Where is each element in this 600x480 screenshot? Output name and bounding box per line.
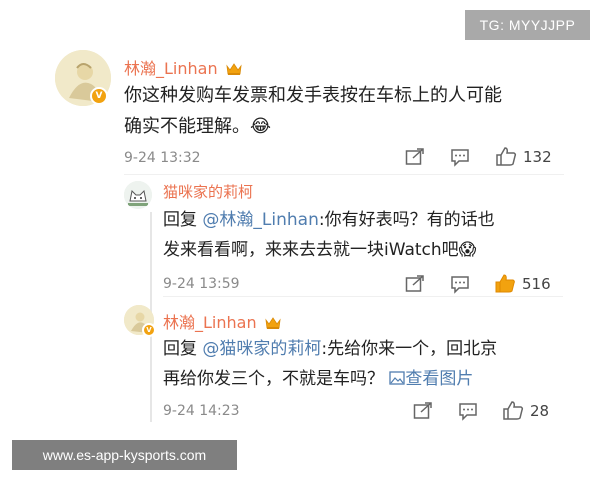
- reply1-share-icon[interactable]: [405, 275, 425, 297]
- reply2-text: 回复 @猫咪家的莉柯:先给你来一个，回北京 再给你发三个，不就是车吗？ 查看图片: [163, 334, 563, 394]
- reply1-avatar[interactable]: [124, 181, 152, 209]
- reply1-mention[interactable]: @林瀚_Linhan: [202, 210, 318, 230]
- reply2-text-line1: :先给你来一个，回北京: [321, 339, 498, 359]
- watermark-tg: TG: MYYJJPP: [465, 10, 590, 40]
- reply2-time: 9-24 14:23: [163, 403, 240, 419]
- comment-icon[interactable]: [450, 148, 470, 171]
- watermark-site: www.es-app-kysports.com: [12, 440, 237, 470]
- reply1-like-icon-liked[interactable]: [494, 273, 516, 298]
- reply1-text-line2: 发来看看啊，来来去去就一块iWatch吧: [163, 240, 459, 260]
- verified-v-icon: V: [90, 87, 108, 105]
- view-image-label: 查看图片: [405, 369, 474, 389]
- reply1-text-line1: :你有好表吗？有的话也: [318, 210, 495, 230]
- reply2-username[interactable]: 林瀚_Linhan: [163, 309, 281, 333]
- reply1-text: 回复 @林瀚_Linhan:你有好表吗？有的话也 发来看看啊，来来去去就一块iW…: [163, 205, 563, 265]
- image-icon: [389, 371, 406, 385]
- verified-v-icon: V: [142, 323, 156, 337]
- reply1-prefix: 回复: [163, 210, 197, 230]
- reply2-mention[interactable]: @猫咪家的莉柯: [202, 339, 321, 359]
- divider: [163, 296, 563, 297]
- reply1-username[interactable]: 猫咪家的莉柯: [163, 181, 253, 202]
- reply2-prefix: 回复: [163, 339, 197, 359]
- comment-username[interactable]: 林瀚_Linhan: [124, 55, 242, 79]
- reply2-like-icon[interactable]: [502, 400, 524, 425]
- cat-avatar-icon: [124, 181, 152, 209]
- crown-icon: [226, 63, 242, 75]
- share-icon[interactable]: [405, 148, 425, 170]
- reply2-like-count: 28: [530, 402, 550, 420]
- scream-emoji-icon: 😱: [458, 240, 477, 260]
- like-count: 132: [523, 148, 552, 166]
- reply2-text-line2: 再给你发三个，不就是车吗？: [163, 369, 384, 389]
- comment-text: 你这种发购车发票和发手表按在车标上的人可能 确实不能理解。😂: [124, 80, 564, 142]
- laugh-emoji-icon: 😂: [250, 116, 272, 137]
- view-image-link[interactable]: 查看图片: [389, 369, 473, 389]
- reply1-time: 9-24 13:59: [163, 276, 240, 292]
- reply2-comment-icon[interactable]: [458, 402, 478, 425]
- like-icon[interactable]: [495, 146, 517, 171]
- comment-text-line1: 你这种发购车发票和发手表按在车标上的人可能: [124, 85, 502, 106]
- reply2-share-icon[interactable]: [413, 402, 433, 424]
- comment-time: 9-24 13:32: [124, 150, 201, 166]
- reply1-like-count: 516: [522, 275, 551, 293]
- divider: [124, 174, 564, 175]
- crown-icon: [265, 317, 281, 329]
- reply1-comment-icon[interactable]: [450, 275, 470, 298]
- comment-text-line2: 确实不能理解。: [124, 116, 250, 137]
